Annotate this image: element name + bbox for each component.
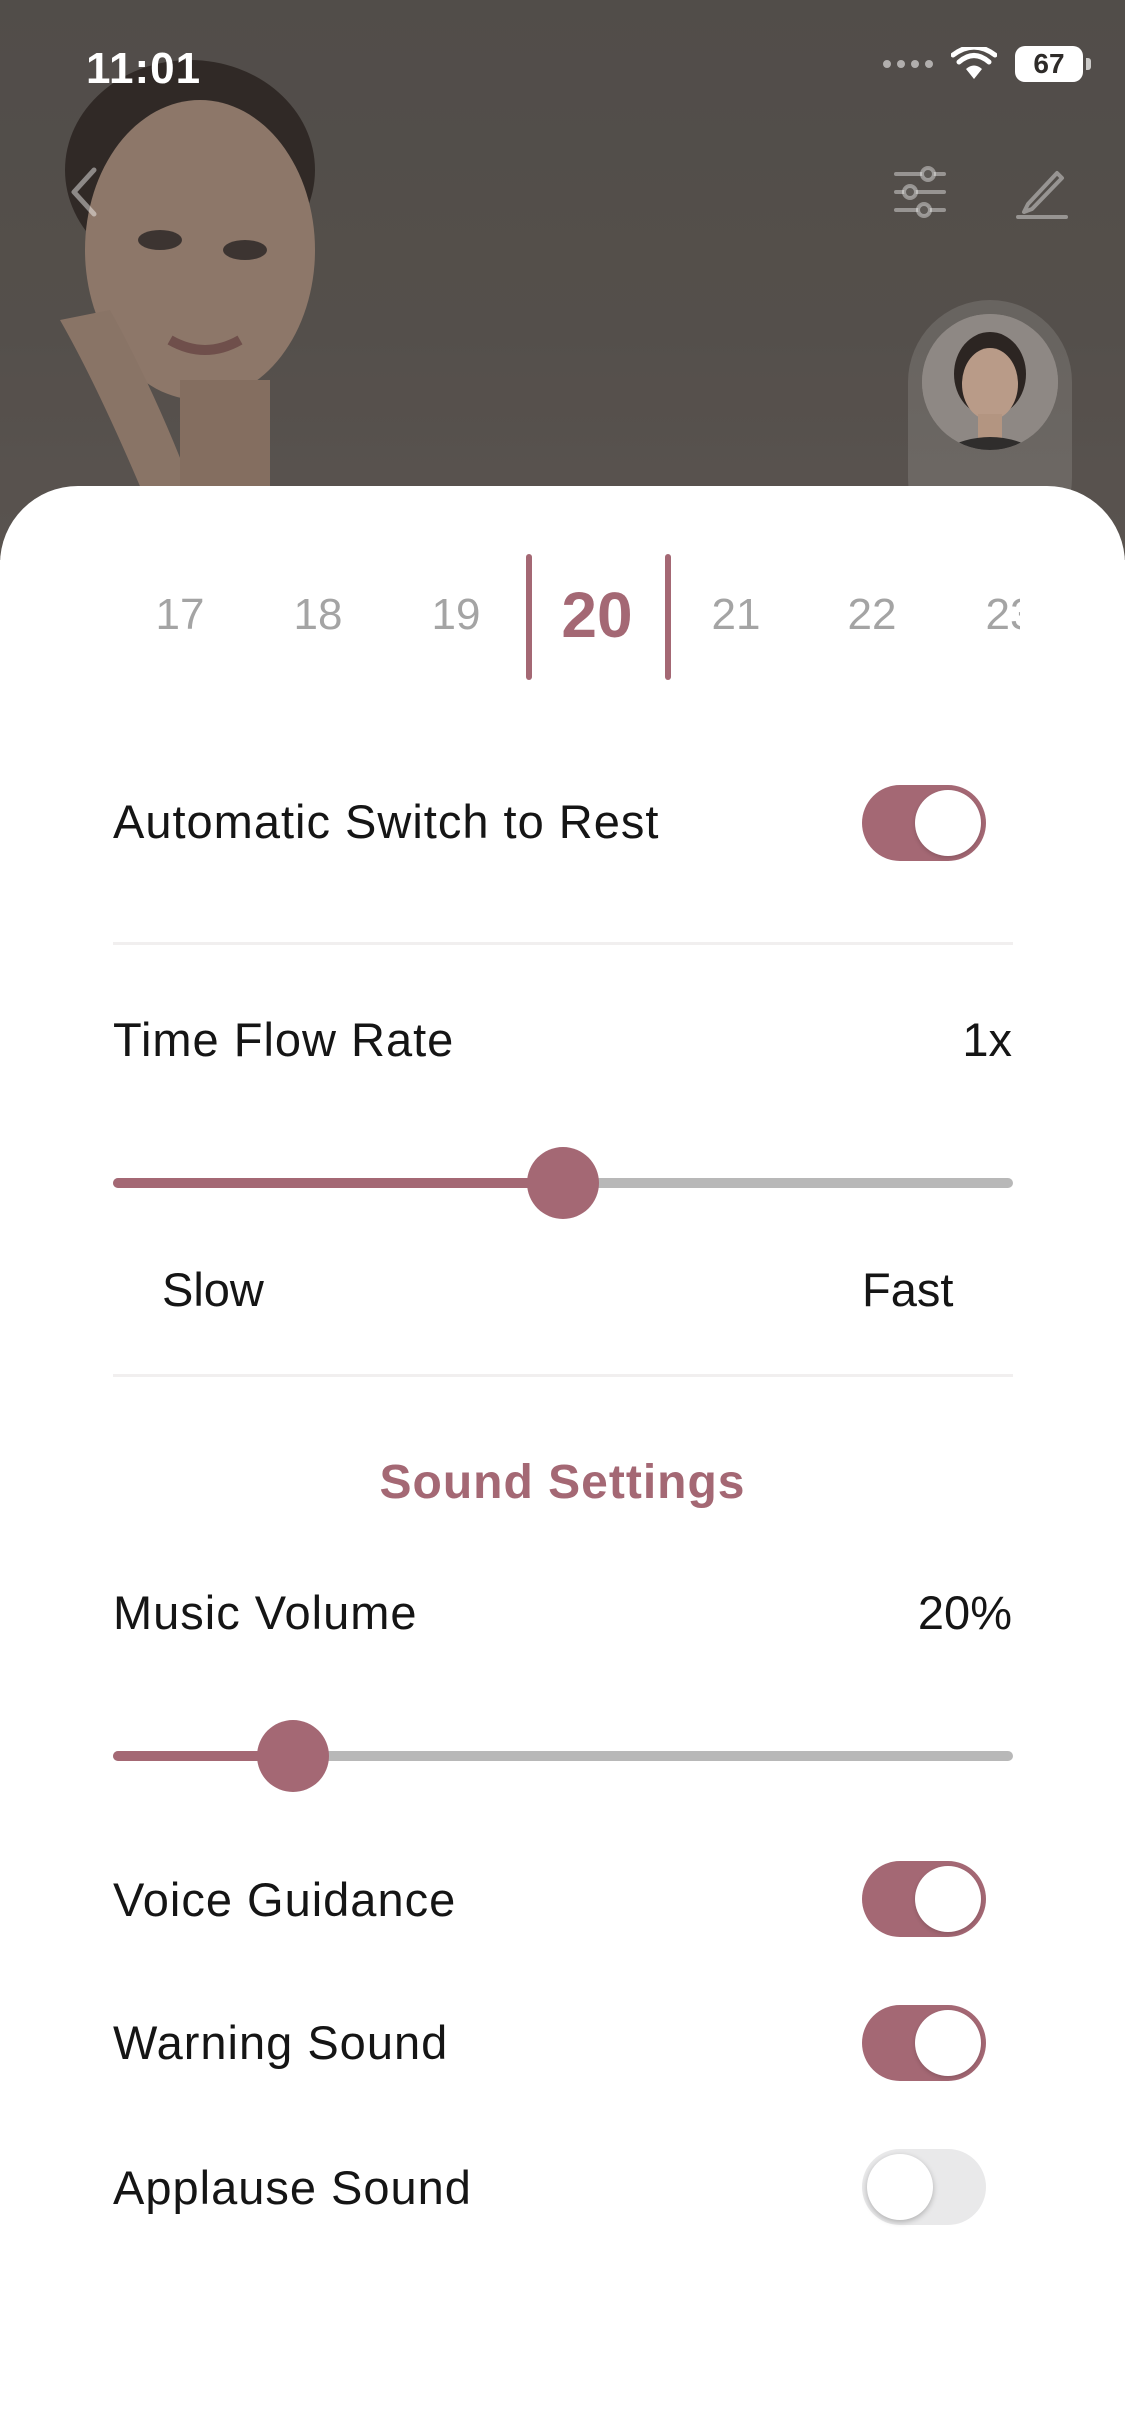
toggle-knob [915, 2010, 981, 2076]
slider-fill [113, 1178, 563, 1188]
warning-sound-toggle[interactable] [862, 2005, 986, 2081]
status-indicators: 67 [883, 46, 1091, 82]
toggle-knob [867, 2154, 933, 2220]
slow-label: Slow [162, 1263, 264, 1316]
toggle-knob [915, 790, 981, 856]
applause-sound-label: Applause Sound [113, 2161, 472, 2214]
divider [113, 942, 1013, 945]
cellular-signal-icon [883, 60, 933, 68]
fast-label: Fast [862, 1263, 954, 1316]
voice-guidance-label: Voice Guidance [113, 1873, 457, 1926]
chevron-left-icon[interactable] [68, 166, 98, 218]
pencil-icon[interactable] [1014, 162, 1070, 220]
day-option[interactable]: 19 [396, 550, 516, 680]
day-option[interactable]: 22 [812, 550, 932, 680]
sound-settings-title: Sound Settings [379, 1456, 746, 1509]
battery-indicator: 67 [1015, 46, 1091, 82]
slider-thumb[interactable] [527, 1147, 599, 1219]
avatar[interactable] [922, 314, 1058, 450]
music-volume-value: 20% [917, 1586, 1012, 1639]
avatar-image [922, 314, 1058, 450]
day-option[interactable]: 17 [120, 550, 240, 680]
music-volume-label: Music Volume [113, 1586, 418, 1639]
time-flow-label: Time Flow Rate [113, 1013, 455, 1066]
time-flow-value: 1x [962, 1013, 1012, 1066]
auto-rest-toggle[interactable] [862, 785, 986, 861]
auto-rest-label: Automatic Switch to Rest [113, 795, 660, 848]
wifi-icon [951, 47, 997, 79]
warning-sound-label: Warning Sound [113, 2016, 449, 2069]
selection-bar-left [526, 554, 532, 680]
time-flow-slider[interactable] [113, 1147, 1013, 1219]
divider [113, 1374, 1013, 1377]
selection-bar-right [665, 554, 671, 680]
day-option[interactable]: 23 [950, 550, 1020, 680]
day-picker[interactable]: 17 18 19 20 21 22 23 [120, 550, 1020, 680]
voice-guidance-toggle[interactable] [862, 1861, 986, 1937]
toggle-knob [915, 1866, 981, 1932]
sliders-icon[interactable] [892, 164, 948, 220]
applause-sound-toggle[interactable] [862, 2149, 986, 2225]
day-option[interactable]: 21 [676, 550, 796, 680]
day-option[interactable]: 18 [258, 550, 378, 680]
status-time: 11:01 [86, 44, 202, 93]
day-option-selected[interactable]: 20 [537, 550, 657, 680]
slider-thumb[interactable] [257, 1720, 329, 1792]
music-volume-slider[interactable] [113, 1720, 1013, 1792]
